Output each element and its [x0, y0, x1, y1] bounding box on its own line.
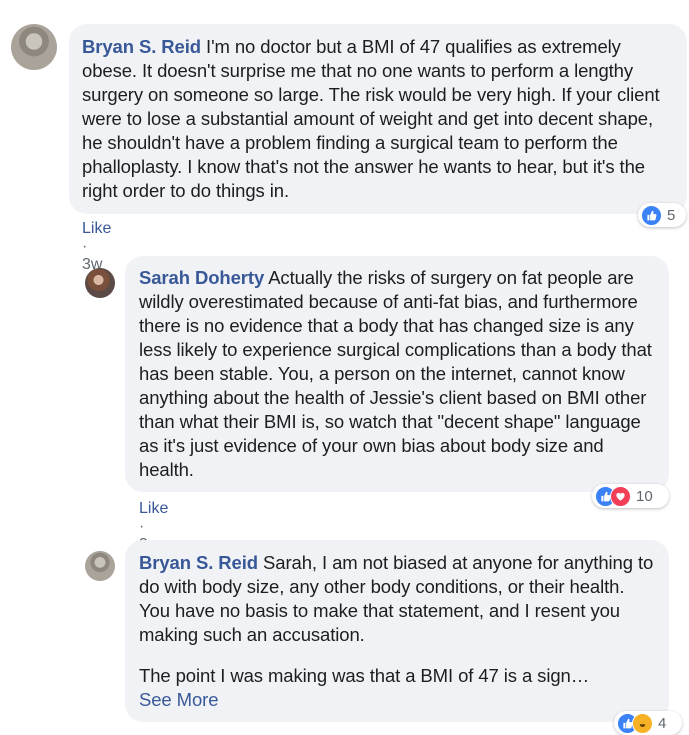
reaction-count: 10: [636, 487, 653, 505]
avatar[interactable]: [85, 268, 115, 298]
reaction-summary[interactable]: 5: [638, 203, 686, 227]
comment-bubble: Sarah Doherty Actually the risks of surg…: [125, 256, 669, 492]
reaction-summary[interactable]: 4: [614, 711, 682, 735]
like-button[interactable]: Like: [139, 500, 168, 517]
haha-reaction-icon: [632, 712, 653, 734]
separator: ·: [139, 518, 145, 535]
comment-bubble: Bryan S. Reid I'm no doctor but a BMI of…: [69, 24, 687, 214]
comment-author[interactable]: Bryan S. Reid: [139, 552, 258, 573]
comment-author[interactable]: Bryan S. Reid: [82, 36, 201, 57]
like-button[interactable]: Like: [82, 220, 111, 237]
comment-actions: Like · 3w: [82, 220, 111, 274]
comment-bubble: Bryan S. Reid Sarah, I am not biased at …: [125, 540, 669, 722]
separator: ·: [82, 238, 88, 255]
comment-text-continued: The point I was making was that a BMI of…: [139, 665, 590, 686]
like-reaction-icon: [641, 204, 662, 226]
love-reaction-icon: [610, 485, 631, 507]
see-more-link[interactable]: See More: [139, 688, 655, 712]
avatar[interactable]: [11, 24, 57, 70]
comment-author[interactable]: Sarah Doherty: [139, 267, 264, 288]
reaction-summary[interactable]: 10: [592, 484, 669, 508]
comment-text: Actually the risks of surgery on fat peo…: [139, 267, 652, 480]
reaction-count: 5: [667, 206, 676, 224]
comment-text: I'm no doctor but a BMI of 47 qualifies …: [82, 36, 660, 201]
avatar[interactable]: [85, 551, 115, 581]
